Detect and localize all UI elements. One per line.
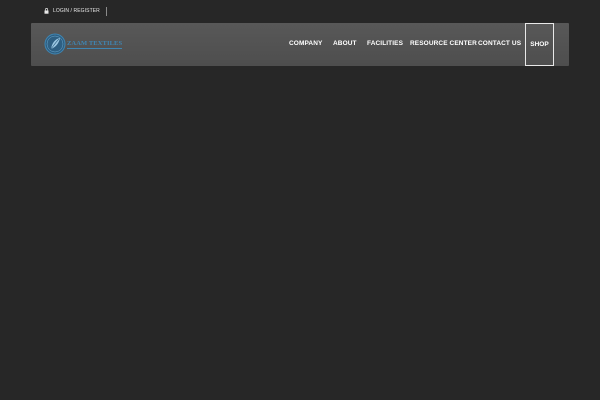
top-bar: LOGIN / REGISTER [44, 6, 107, 16]
nav-item-about[interactable]: ABOUT [333, 39, 357, 49]
main-nav: COMPANY ABOUT FACILITIES RESOURCE CENTER… [31, 23, 569, 66]
login-register-link[interactable]: LOGIN / REGISTER [53, 6, 100, 16]
topbar-divider [105, 6, 107, 16]
nav-item-contact-us[interactable]: CONTACT US [478, 39, 521, 49]
nav-item-resource-center[interactable]: RESOURCE CENTER [410, 39, 477, 49]
nav-item-shop[interactable]: SHOP [525, 23, 554, 66]
shop-label: SHOP [530, 41, 549, 48]
lock-icon [44, 8, 49, 14]
nav-item-company[interactable]: COMPANY [289, 39, 322, 49]
site-header: ZAAM TEXTILES COMPANY ABOUT FACILITIES R… [31, 23, 569, 66]
nav-item-facilities[interactable]: FACILITIES [367, 39, 403, 49]
